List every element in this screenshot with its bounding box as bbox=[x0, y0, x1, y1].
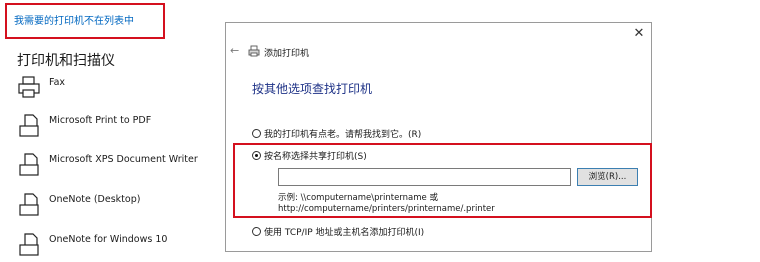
fax-icon bbox=[18, 76, 40, 98]
printer-item-pdf[interactable]: Microsoft Print to PDF bbox=[18, 113, 218, 143]
option-tcpip-label: 使用 TCP/IP 地址或主机名添加打印机(I) bbox=[264, 228, 425, 238]
printer-item-fax[interactable]: Fax bbox=[18, 75, 218, 105]
printer-name-input[interactable] bbox=[278, 168, 571, 186]
section-title: 打印机和扫描仪 bbox=[17, 53, 115, 69]
printer-document-icon bbox=[19, 193, 39, 216]
printer-item-onenote-win10[interactable]: OneNote for Windows 10 bbox=[18, 232, 218, 262]
example-text: 示例: \\computername\printername 或 http://… bbox=[278, 193, 495, 215]
add-printer-icon bbox=[248, 45, 260, 57]
example-line-1: 示例: \\computername\printername 或 bbox=[278, 193, 438, 203]
printer-document-icon bbox=[19, 114, 39, 137]
printer-name: Microsoft Print to PDF bbox=[49, 115, 152, 126]
option-shared-by-name-label: 按名称选择共享打印机(S) bbox=[264, 152, 367, 162]
option-old-printer-label: 我的打印机有点老。请帮我找到它。(R) bbox=[264, 130, 422, 140]
radio-old-printer[interactable] bbox=[252, 129, 261, 138]
back-arrow-icon[interactable]: ← bbox=[230, 44, 239, 57]
close-button[interactable]: ✕ bbox=[630, 25, 648, 43]
example-line-2: http://computername/printers/printername… bbox=[278, 204, 495, 214]
radio-shared-by-name[interactable] bbox=[252, 151, 261, 160]
printer-name: OneNote (Desktop) bbox=[49, 194, 141, 205]
dialog-title: 添加打印机 bbox=[264, 49, 310, 59]
dialog-heading: 按其他选项查找打印机 bbox=[252, 82, 373, 96]
add-printer-dialog: ✕ ← 添加打印机 按其他选项查找打印机 我的打印机有点老。请帮我找到它。(R)… bbox=[225, 22, 652, 252]
printer-name: OneNote for Windows 10 bbox=[49, 234, 168, 245]
missing-printer-link[interactable]: 我需要的打印机不在列表中 bbox=[14, 12, 134, 27]
printer-name: Microsoft XPS Document Writer bbox=[49, 154, 198, 165]
printer-document-icon bbox=[19, 233, 39, 256]
printer-item-xps[interactable]: Microsoft XPS Document Writer bbox=[18, 152, 218, 182]
printer-document-icon bbox=[19, 153, 39, 176]
printer-name: Fax bbox=[49, 77, 66, 88]
radio-tcpip[interactable] bbox=[252, 227, 261, 236]
printer-item-onenote-desktop[interactable]: OneNote (Desktop) bbox=[18, 192, 218, 222]
printers-settings-panel: 我需要的打印机不在列表中 打印机和扫描仪 Fax Microsoft Print… bbox=[0, 0, 225, 256]
browse-button[interactable]: 浏览(R)... bbox=[577, 168, 638, 186]
